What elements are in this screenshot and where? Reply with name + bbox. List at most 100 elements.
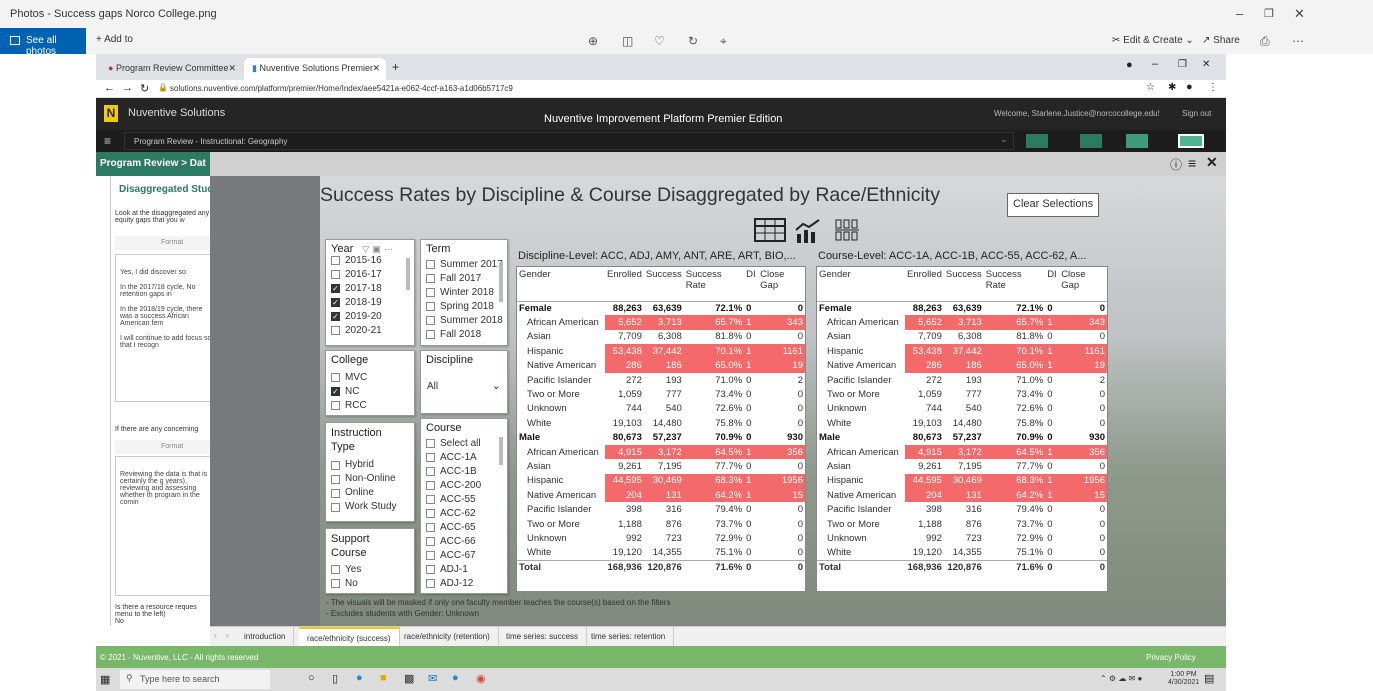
checkbox-icon[interactable]	[426, 287, 435, 297]
group-row[interactable]: Male 80,673 57,237 70.9% 0 930	[517, 431, 805, 445]
store-icon[interactable]: ▩	[404, 672, 414, 685]
next-page-icon[interactable]: ›	[226, 631, 229, 640]
group-row[interactable]: Female 88,263 63,639 72.1% 0 0	[817, 301, 1107, 315]
view-mode-icon[interactable]	[1126, 134, 1148, 148]
slicer-item-select-all[interactable]: Select all	[426, 436, 502, 450]
clock[interactable]: 1:00 PM 4/30/2021	[1168, 671, 1199, 687]
answer-editor[interactable]: Reviewing the data is that is certainly …	[115, 456, 217, 596]
slicer-item-2018-19[interactable]: ✓ 2018-19	[331, 295, 409, 309]
crop-icon[interactable]: ⌖	[720, 34, 727, 49]
slicer-item-2019-20[interactable]: ✓ 2019-20	[331, 309, 409, 323]
sign-out-link[interactable]: Sign out	[1182, 109, 1211, 118]
profile-avatar[interactable]: ●	[1186, 81, 1193, 93]
slicer-item-fall-2017[interactable]: Fall 2017	[426, 271, 502, 285]
table-row[interactable]: Native American 204 131 64.2% 1 15	[517, 488, 805, 503]
page-tab-time-series-retention[interactable]: time series: retention	[583, 627, 675, 647]
filter-icon[interactable]: ▽	[362, 244, 369, 254]
course-level-table[interactable]: Gender Enrolled Success Success Rate DI Close…	[816, 266, 1108, 592]
minimize-icon[interactable]: –	[1236, 6, 1243, 21]
slicer-item-summer-2018[interactable]: Summer 2018	[426, 313, 503, 327]
table-row[interactable]: Asian 9,261 7,195 77.7% 0 0	[817, 459, 1107, 473]
checkbox-icon[interactable]	[426, 438, 435, 448]
checkbox-icon[interactable]	[426, 578, 435, 588]
slicer-item-rcc[interactable]: RCC	[331, 398, 409, 412]
column-header[interactable]: Close Gap	[758, 267, 805, 302]
checkbox-icon[interactable]	[426, 315, 435, 325]
edge-icon[interactable]: ●	[356, 672, 363, 684]
clear-selections-button[interactable]: Clear Selections	[1007, 193, 1100, 217]
checkbox-icon[interactable]	[331, 372, 340, 382]
page-tab-introduction[interactable]: introduction	[236, 627, 295, 647]
checkbox-icon[interactable]	[426, 508, 435, 518]
column-header[interactable]: Success Rate	[683, 267, 745, 302]
close-tab-icon[interactable]: ✕	[372, 63, 380, 74]
trend-chart-icon[interactable]	[794, 218, 822, 244]
slicer-item-adj-12[interactable]: ADJ-12	[426, 576, 502, 590]
slicer-item-summer-2017[interactable]: Summer 2017	[426, 257, 503, 271]
checkbox-icon[interactable]	[426, 466, 435, 476]
column-header[interactable]: DI	[1045, 267, 1060, 302]
support-course-slicer[interactable]: Support Course Yes No	[325, 528, 415, 594]
checkbox-icon[interactable]	[426, 536, 435, 546]
slicer-item-acc-62[interactable]: ACC-62	[426, 506, 502, 520]
checkbox-icon[interactable]	[426, 273, 435, 283]
table-row[interactable]: Unknown 992 723 72.9% 0 0	[517, 531, 805, 545]
windows-start-icon[interactable]: ▦	[100, 673, 110, 686]
checkbox-icon[interactable]	[331, 502, 340, 512]
zoom-icon[interactable]: ⊕	[588, 34, 598, 48]
favorite-icon[interactable]: ♡	[654, 34, 665, 48]
slicer-item-acc-66[interactable]: ACC-66	[426, 534, 502, 548]
table-row[interactable]: African American 5,652 3,713 65.7% 1 343	[817, 315, 1107, 330]
table-row[interactable]: White 19,120 14,355 75.1% 0 0	[817, 546, 1107, 560]
college-slicer[interactable]: College MVC ✓ NC RCC	[325, 350, 415, 416]
slicer-item-fall-2018[interactable]: Fall 2018	[426, 327, 502, 341]
table-icon[interactable]	[754, 218, 786, 242]
reload-icon[interactable]: ↻	[140, 82, 149, 95]
checkbox-icon[interactable]	[426, 522, 435, 532]
close-icon[interactable]: ✕	[1294, 6, 1305, 22]
slicer-item-2016-17[interactable]: 2016-17	[331, 267, 409, 281]
checkbox-icon[interactable]	[426, 301, 435, 311]
prev-page-icon[interactable]: ‹	[214, 631, 217, 640]
term-slicer[interactable]: Term Summer 2017 Fall 2017 Winter 2018 Spri…	[420, 239, 508, 346]
checkbox-icon[interactable]	[331, 564, 340, 574]
view-mode-icon[interactable]	[1080, 134, 1102, 148]
table-row[interactable]: Hispanic 44,595 30,469 68.3% 1 1956	[517, 473, 805, 489]
notifications-icon[interactable]: ▤	[1204, 672, 1214, 685]
table-row[interactable]: African American 4,915 3,172 64.5% 1 356	[517, 444, 805, 460]
share-button[interactable]: ↗ Share	[1202, 35, 1240, 46]
checkbox-icon[interactable]: ✓	[331, 386, 340, 396]
column-header[interactable]: DI	[744, 267, 759, 302]
column-header[interactable]: Success	[643, 267, 684, 302]
page-tab-time-series-success[interactable]: time series: success	[498, 627, 588, 647]
slicer-item-acc-1a[interactable]: ACC-1A	[426, 450, 502, 464]
slicer-item-mvc[interactable]: MVC	[331, 370, 409, 384]
table-row[interactable]: Hispanic 53,438 37,442 70.1% 1 1161	[517, 344, 805, 359]
close-tab-icon[interactable]: ✕	[228, 63, 236, 74]
close-icon[interactable]: ✕	[1202, 59, 1210, 70]
slicer-item-acc-65[interactable]: ACC-65	[426, 520, 502, 534]
delete-icon[interactable]: ◫	[622, 34, 633, 48]
url-field[interactable]: solutions.nuventive.com/platform/premier…	[170, 84, 513, 93]
checkbox-icon[interactable]	[426, 564, 435, 574]
table-row[interactable]: White 19,103 14,480 75.8% 0 0	[517, 416, 805, 430]
focus-mode-icon[interactable]: ▣	[372, 244, 381, 254]
checkbox-icon[interactable]	[426, 259, 435, 269]
checkbox-icon[interactable]	[331, 325, 340, 335]
restore-icon[interactable]: ❐	[1264, 7, 1274, 20]
checkbox-icon[interactable]	[331, 474, 340, 484]
editor-toolbar[interactable]: Format	[115, 236, 217, 250]
skype-icon[interactable]: ●	[452, 672, 459, 684]
restore-icon[interactable]: ❐	[1178, 59, 1187, 70]
view-mode-icon[interactable]	[1178, 134, 1204, 148]
checkbox-icon[interactable]: ✓	[331, 283, 340, 293]
slicer-item-winter-2018[interactable]: Winter 2018	[426, 285, 502, 299]
slicer-item-acc-55[interactable]: ACC-55	[426, 492, 502, 506]
table-row[interactable]: Hispanic 53,438 37,442 70.1% 1 1161	[817, 344, 1107, 359]
group-row[interactable]: Male 80,673 57,237 70.9% 0 930	[817, 431, 1107, 445]
scrollbar[interactable]	[406, 258, 410, 290]
table-row[interactable]: Two or More 1,059 777 73.4% 0 0	[517, 387, 805, 401]
table-row[interactable]: Native American 286 186 65.0% 1 19	[517, 358, 805, 373]
course-slicer[interactable]: Course Select all ACC-1A ACC-1B ACC-200 ACC-…	[420, 418, 508, 594]
bookmark-star-icon[interactable]: ☆	[1146, 82, 1155, 93]
